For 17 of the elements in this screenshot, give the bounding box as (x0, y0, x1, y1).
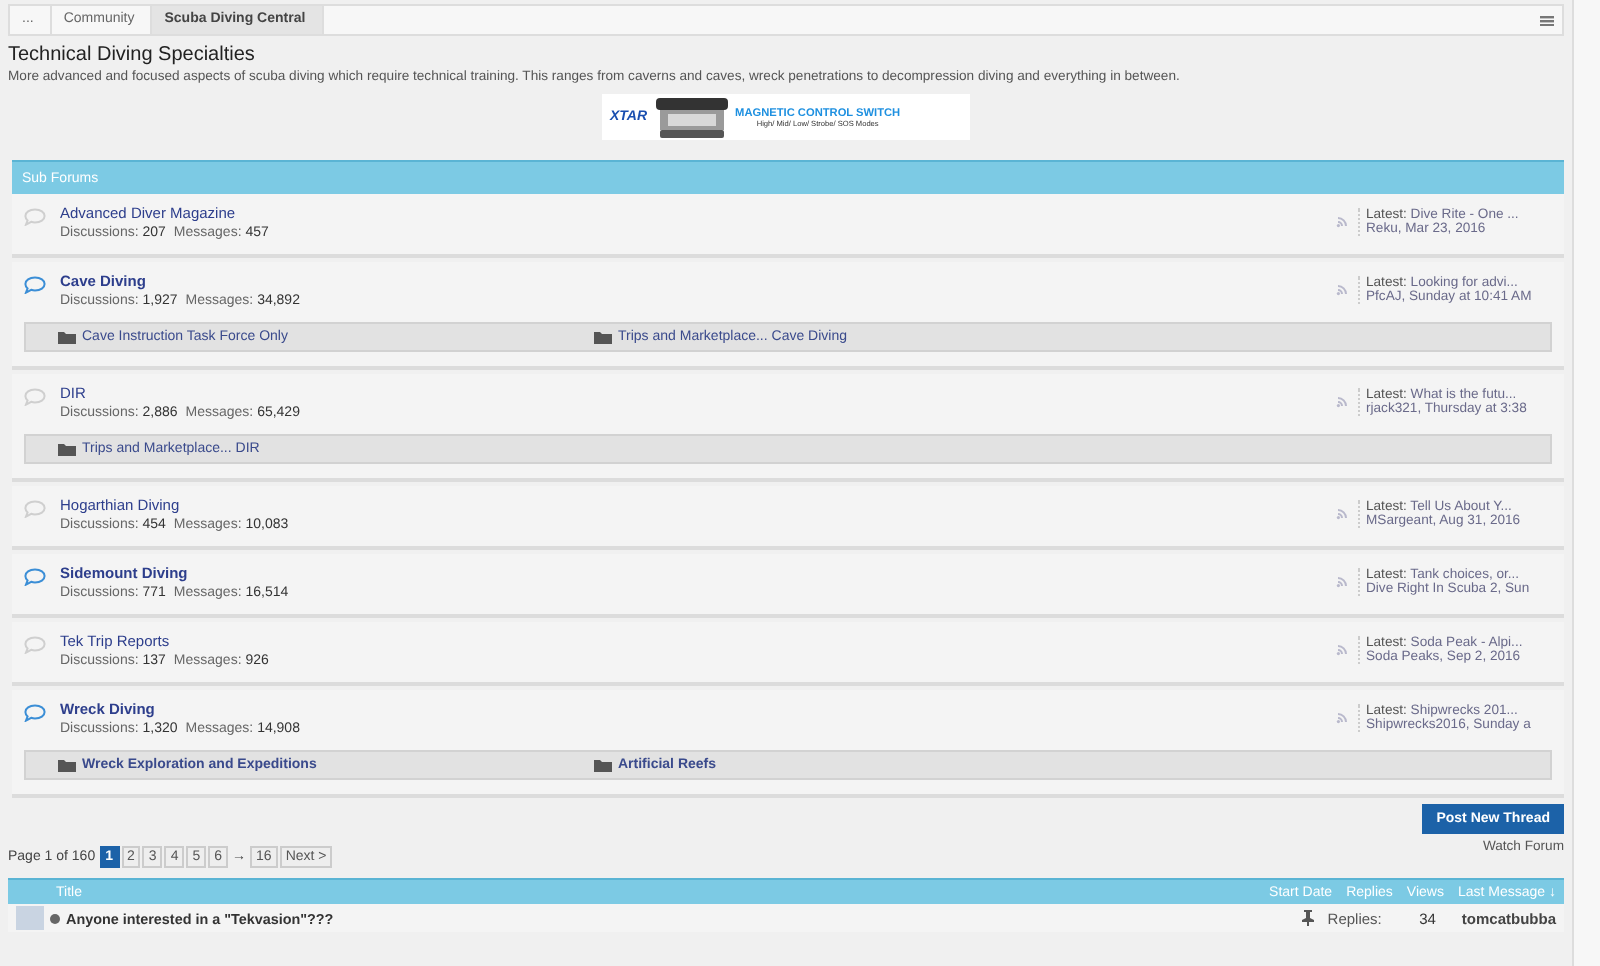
rss-icon[interactable] (1336, 396, 1348, 408)
rss-icon[interactable] (1336, 644, 1348, 656)
folder-icon (594, 758, 612, 772)
avatar-placeholder (16, 906, 44, 930)
rss-icon[interactable] (1336, 284, 1348, 296)
forum-title: Technical Diving Specialties (8, 44, 257, 66)
folder-icon (594, 330, 612, 344)
menu-icon[interactable] (1540, 15, 1554, 25)
status-dot-icon (50, 913, 60, 923)
rss-icon[interactable] (1336, 576, 1348, 588)
rss-icon[interactable] (1336, 712, 1348, 724)
folder-icon (58, 442, 76, 456)
flashlight-drawing (651, 95, 732, 139)
folder-icon (58, 758, 76, 772)
rss-icon[interactable] (1336, 508, 1348, 520)
rss-icon[interactable] (1336, 216, 1348, 228)
folder-icon (58, 330, 76, 344)
